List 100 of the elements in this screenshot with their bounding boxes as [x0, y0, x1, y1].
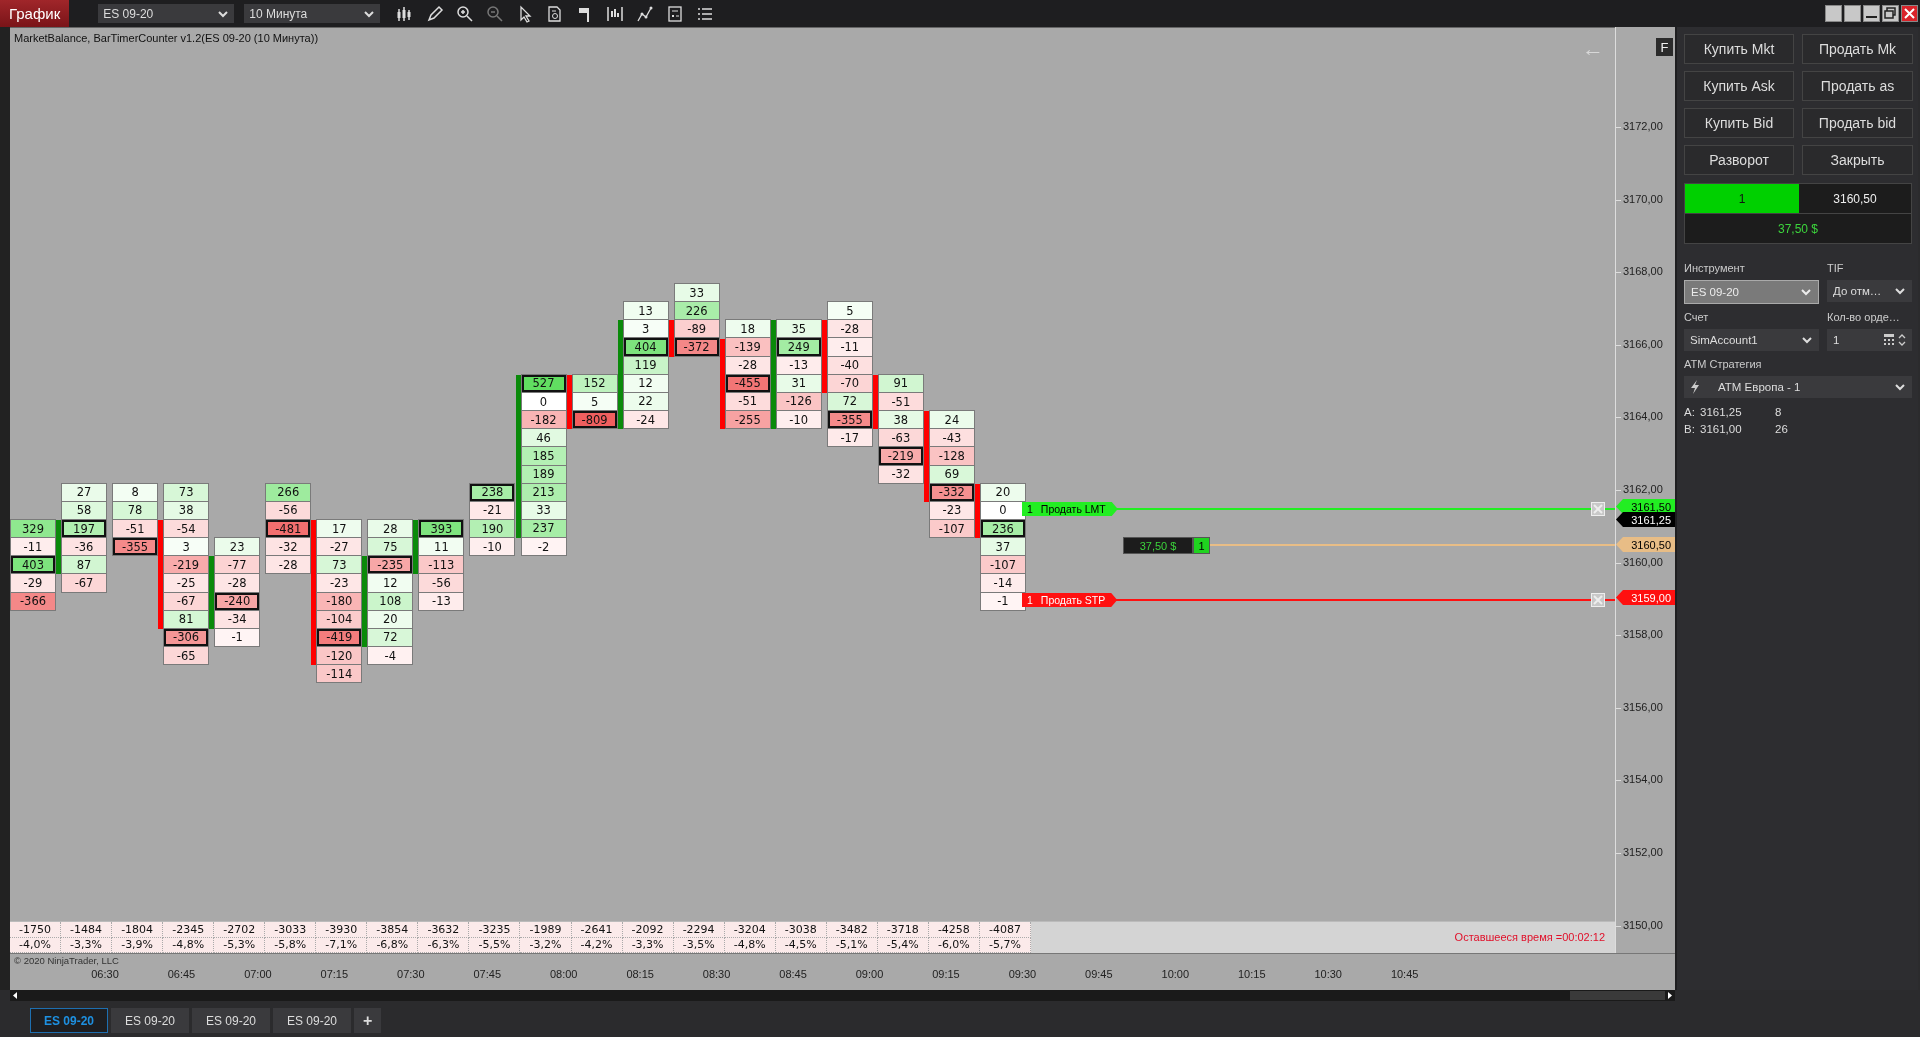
order-button[interactable]: Купить Mkt: [1684, 34, 1794, 64]
position-quantity: 1: [1685, 184, 1799, 213]
time-label: 09:00: [855, 968, 884, 980]
scroll-left-icon[interactable]: [10, 990, 20, 1001]
footprint-cell: -32: [266, 538, 311, 557]
delta-value: -3854: [367, 922, 419, 938]
atm-strategy-dropdown[interactable]: ATM Европа - 1: [1684, 376, 1912, 398]
footprint-cell: 238: [470, 483, 515, 502]
order-button[interactable]: Купить Bid: [1684, 108, 1794, 138]
delta-value: -2345: [163, 922, 215, 938]
quote-price: 3161,25: [1700, 406, 1743, 418]
account-dropdown[interactable]: SimAccount1: [1684, 329, 1819, 351]
order-button[interactable]: Продать as: [1802, 71, 1913, 101]
scrollbar[interactable]: [10, 990, 1675, 1001]
footprint-cell: -28: [266, 556, 311, 575]
chart-tab[interactable]: ES 09-20: [192, 1008, 270, 1033]
order-type: Продать STP: [1040, 594, 1106, 606]
footprint-cell: 152: [572, 374, 617, 393]
footprint-cell: -17: [827, 429, 872, 448]
order-quantity: 1: [1027, 594, 1033, 606]
footprint-cell: -67: [62, 574, 107, 593]
bar-chart-icon[interactable]: [606, 4, 625, 23]
scrollbar-thumb[interactable]: [1570, 991, 1665, 1000]
field-label: Кол-во орде…: [1827, 311, 1901, 325]
field-label: Инструмент: [1684, 262, 1746, 276]
footprint-cell: -77: [215, 556, 260, 575]
chart-tab[interactable]: ES 09-20: [111, 1008, 189, 1033]
caret-icon: [1894, 286, 1906, 296]
position-price: 3160,50: [1799, 184, 1911, 213]
close-icon[interactable]: [1901, 5, 1918, 22]
footprint-cell: -128: [929, 447, 974, 466]
footprint-cell: 33: [674, 284, 719, 303]
footprint-cell: -11: [827, 338, 872, 357]
order-button[interactable]: Купить Ask: [1684, 71, 1794, 101]
delta-value: -4258: [928, 922, 980, 938]
quantity-field[interactable]: 1: [1827, 329, 1912, 351]
price-label: 3150,00: [1623, 918, 1663, 931]
chart-title: MarketBalance, BarTimerCounter v1.2(ES 09-20 (10 Минута)): [14, 32, 319, 44]
footprint-cell: -114: [317, 665, 362, 684]
delta-value: -3204: [724, 922, 776, 938]
time-label: 08:45: [779, 968, 807, 980]
price-label: 3156,00: [1623, 700, 1663, 713]
order-button[interactable]: Закрыть: [1802, 145, 1913, 175]
time-label: 09:45: [1085, 968, 1113, 980]
price-label: 3166,00: [1623, 337, 1663, 350]
footprint-cell: 3: [623, 320, 668, 339]
footprint-cell: 404: [623, 338, 668, 357]
tif-dropdown[interactable]: До отм…: [1827, 280, 1912, 302]
zoom-out-icon[interactable]: [486, 4, 505, 23]
price-label: 3154,00: [1623, 773, 1663, 786]
calculator-icon[interactable]: [1883, 333, 1895, 347]
footprint-cell: 266: [266, 483, 311, 502]
calculator-icon[interactable]: [666, 4, 685, 23]
interval-dropdown[interactable]: 10 Минута: [244, 4, 381, 23]
order-label[interactable]: 1 Продать LMT: [1022, 502, 1118, 516]
pencil-icon[interactable]: [426, 4, 445, 23]
quote-label: A:: [1684, 406, 1696, 418]
footprint-cell: -63: [878, 429, 923, 448]
footprint-cell: -27: [317, 538, 362, 557]
spinner-icon[interactable]: [1898, 333, 1906, 347]
time-label: 08:30: [702, 968, 731, 980]
quote-size: 26: [1775, 423, 1789, 435]
caret-icon: [363, 8, 376, 19]
price-label: 3162,00: [1623, 483, 1663, 495]
minimize-icon[interactable]: [1863, 5, 1880, 22]
footprint-cell: -43: [929, 429, 974, 448]
position-quantity: 1: [1193, 537, 1210, 554]
order-button[interactable]: Разворот: [1684, 145, 1794, 175]
price-label: 3168,00: [1623, 265, 1663, 278]
chart-menu-button[interactable]: График: [0, 0, 70, 27]
order-button[interactable]: Продать Mk: [1802, 34, 1913, 64]
footprint-cell: -36: [62, 538, 107, 557]
footprint-cell: 17: [317, 520, 362, 539]
price-tag: 3161,25: [1616, 512, 1675, 527]
footprint-cell: -139: [725, 338, 770, 357]
caret-icon: [1800, 287, 1812, 297]
footprint-cell: 12: [368, 574, 413, 593]
chart-flag-button[interactable]: F: [1656, 38, 1673, 56]
quote-label: B:: [1684, 423, 1696, 435]
order-button[interactable]: Продать bid: [1802, 108, 1913, 138]
footprint-cell: -89: [674, 320, 719, 339]
delta-value: -3033: [265, 922, 317, 938]
line-chart-icon[interactable]: [636, 4, 655, 23]
delta-value: -1750: [10, 922, 62, 938]
delta-value: -3235: [469, 922, 521, 938]
order-label[interactable]: 1 Продать STP: [1022, 593, 1118, 607]
chart-tab[interactable]: ES 09-20: [30, 1008, 108, 1033]
caret-icon: [217, 8, 230, 19]
restore-icon[interactable]: [1882, 5, 1899, 22]
footprint-cell: 91: [878, 374, 923, 393]
instrument-dropdown[interactable]: ES 09-20: [98, 4, 235, 23]
footprint-cell: 527: [521, 374, 566, 393]
add-tab-button[interactable]: +: [354, 1008, 382, 1033]
footprint-cell: -14: [980, 574, 1025, 593]
footprint-cell: -11: [11, 538, 55, 557]
time-label: 07:30: [397, 968, 425, 980]
time-label: 08:00: [549, 968, 578, 980]
footprint-cell: -219: [878, 447, 923, 466]
chart-tab[interactable]: ES 09-20: [273, 1008, 351, 1033]
zoom-in-icon[interactable]: [456, 4, 475, 23]
